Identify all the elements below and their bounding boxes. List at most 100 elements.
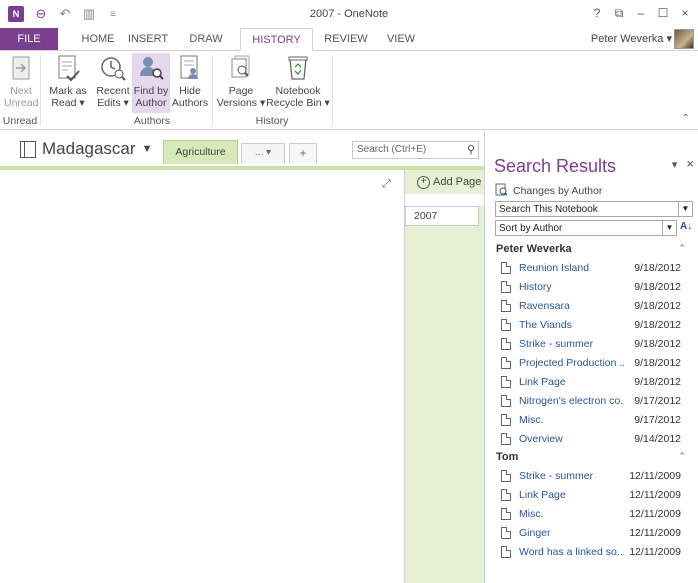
page-list-spacer xyxy=(405,194,485,206)
tab-view[interactable]: VIEW xyxy=(382,28,420,50)
collapse-ribbon-icon[interactable]: ⌃ xyxy=(682,113,690,124)
collapse-icon[interactable]: ⌃ xyxy=(678,451,686,462)
add-icon: + xyxy=(417,175,430,189)
list-item[interactable]: Ravensara 9/18/2012 xyxy=(501,296,681,315)
page-icon xyxy=(501,375,511,388)
pane-title: Search Results xyxy=(494,156,617,176)
recent-edits-button[interactable]: Recent Edits ▾ xyxy=(95,53,131,109)
changes-by-author-label: Changes by Author xyxy=(495,183,602,199)
search-scope-dropdown[interactable]: Search This Notebook ▼ xyxy=(495,201,693,217)
chevron-down-icon: ▼ xyxy=(141,143,153,155)
tab-file[interactable]: FILE xyxy=(0,28,58,50)
notebook-name: Madagascar xyxy=(42,139,136,158)
more-sections-tab[interactable]: ... ▾ xyxy=(241,143,285,163)
ribbon-tabs: FILE HOME INSERT DRAW HISTORY REVIEW VIE… xyxy=(0,28,698,51)
pane-options-icon[interactable]: ▾ xyxy=(672,159,678,171)
dropdown-arrow-icon: ▼ xyxy=(662,221,676,235)
pane-controls: ▾ × xyxy=(672,156,694,171)
collapse-icon[interactable]: ⌃ xyxy=(678,243,686,254)
list-item[interactable]: Strike - summer 12/11/2009 xyxy=(501,466,681,485)
tab-insert[interactable]: INSERT xyxy=(124,28,172,50)
add-section-tab[interactable]: + xyxy=(289,143,317,163)
sort-dropdown[interactable]: Sort by Author ▼ xyxy=(495,220,677,236)
list-item[interactable]: Misc. 9/17/2012 xyxy=(501,410,681,429)
page-versions-icon xyxy=(215,53,267,83)
tab-draw[interactable]: DRAW xyxy=(184,28,228,50)
page-icon xyxy=(501,318,511,331)
sort-order-icon[interactable]: A↓ xyxy=(680,221,692,232)
maximize-icon[interactable]: ☐ xyxy=(652,4,674,22)
page-icon xyxy=(501,432,511,445)
ribbon: Next Unread Mark as Read ▾ Recent Edits … xyxy=(0,50,698,130)
user-name[interactable]: Peter Weverka ▾ xyxy=(591,32,672,45)
find-by-author-button[interactable]: Find by Author xyxy=(132,53,170,113)
avatar[interactable] xyxy=(674,29,694,49)
list-item[interactable]: Misc. 12/11/2009 xyxy=(501,504,681,523)
page-icon xyxy=(501,280,511,293)
list-item[interactable]: The Viands 9/18/2012 xyxy=(501,315,681,334)
changes-by-author-icon xyxy=(495,183,508,199)
tab-review[interactable]: REVIEW xyxy=(320,28,372,50)
author-group-peter[interactable]: Peter Weverka ⌃ xyxy=(496,243,686,255)
find-by-author-icon xyxy=(132,53,170,83)
search-input[interactable]: Search (Ctrl+E) ⚲ xyxy=(352,141,479,159)
mark-as-read-button[interactable]: Mark as Read ▾ xyxy=(48,53,88,109)
page-icon xyxy=(501,394,511,407)
full-page-view-icon[interactable]: ⤢ xyxy=(382,178,391,191)
group-divider xyxy=(332,55,333,125)
close-pane-icon[interactable]: × xyxy=(686,156,694,171)
group-label-history: History xyxy=(255,115,289,127)
group-divider xyxy=(40,55,41,125)
list-item[interactable]: Nitrogen's electron co... 9/17/2012 xyxy=(501,391,681,410)
page-canvas[interactable]: ⤢ xyxy=(0,170,404,583)
list-item[interactable]: Ginger 12/11/2009 xyxy=(501,523,681,542)
page-list: + Add Page 2007 xyxy=(404,170,485,583)
search-icon[interactable]: ⚲ xyxy=(467,143,475,156)
page-icon xyxy=(501,299,511,312)
notebook-bar: Madagascar ▼ Agriculture ... ▾ + Search … xyxy=(0,131,484,167)
list-item[interactable]: Word has a linked so... 12/11/2009 xyxy=(501,542,681,561)
title-bar: N ⊖ ↶ ▥ ≡ 2007 - OneNote ? ⧉ – ☐ × xyxy=(0,0,698,28)
author-group-tom[interactable]: Tom ⌃ xyxy=(496,451,686,463)
mark-as-read-icon xyxy=(48,53,88,83)
list-item[interactable]: Reunion Island 9/18/2012 xyxy=(501,258,681,277)
help-icon[interactable]: ? xyxy=(586,4,608,22)
recycle-bin-icon xyxy=(266,53,330,83)
window-controls: ? ⧉ – ☐ × xyxy=(586,4,696,22)
notebook-recycle-bin-button[interactable]: Notebook Recycle Bin ▾ xyxy=(266,53,330,109)
page-icon xyxy=(501,545,511,558)
search-results-pane: Search Results ▾ × Changes by Author Sea… xyxy=(484,131,698,583)
hide-authors-button[interactable]: Hide Authors xyxy=(171,53,209,109)
page-icon xyxy=(501,413,511,426)
list-item[interactable]: Strike - summer 9/18/2012 xyxy=(501,334,681,353)
notebook-selector[interactable]: Madagascar ▼ xyxy=(20,139,152,159)
page-icon xyxy=(501,356,511,369)
minimize-icon[interactable]: – xyxy=(630,4,652,22)
dropdown-arrow-icon: ▼ xyxy=(678,202,692,216)
group-label-authors: Authors xyxy=(133,115,171,127)
page-versions-button[interactable]: Page Versions ▾ xyxy=(215,53,267,109)
next-unread-button[interactable]: Next Unread xyxy=(4,53,38,109)
group-label-unread: Unread xyxy=(2,115,38,127)
list-item[interactable]: Link Page 9/18/2012 xyxy=(501,372,681,391)
list-item[interactable]: History 9/18/2012 xyxy=(501,277,681,296)
next-unread-icon xyxy=(4,53,38,83)
page-icon xyxy=(501,337,511,350)
hide-authors-icon xyxy=(171,53,209,83)
add-page-button[interactable]: + Add Page xyxy=(417,170,481,194)
page-icon xyxy=(501,526,511,539)
list-item[interactable]: Link Page 12/11/2009 xyxy=(501,485,681,504)
recent-edits-icon xyxy=(95,53,131,83)
notebook-icon xyxy=(20,140,36,158)
page-icon xyxy=(501,488,511,501)
ribbon-display-icon[interactable]: ⧉ xyxy=(608,4,630,22)
section-tab-agriculture[interactable]: Agriculture xyxy=(163,140,238,164)
list-item[interactable]: Overview 9/14/2012 xyxy=(501,429,681,448)
tab-history[interactable]: HISTORY xyxy=(240,28,313,51)
page-item[interactable]: 2007 xyxy=(405,206,479,226)
page-icon xyxy=(501,507,511,520)
page-icon xyxy=(501,261,511,274)
list-item[interactable]: Projected Production ... 9/18/2012 xyxy=(501,353,681,372)
close-icon[interactable]: × xyxy=(674,4,696,22)
tab-home[interactable]: HOME xyxy=(75,28,121,50)
